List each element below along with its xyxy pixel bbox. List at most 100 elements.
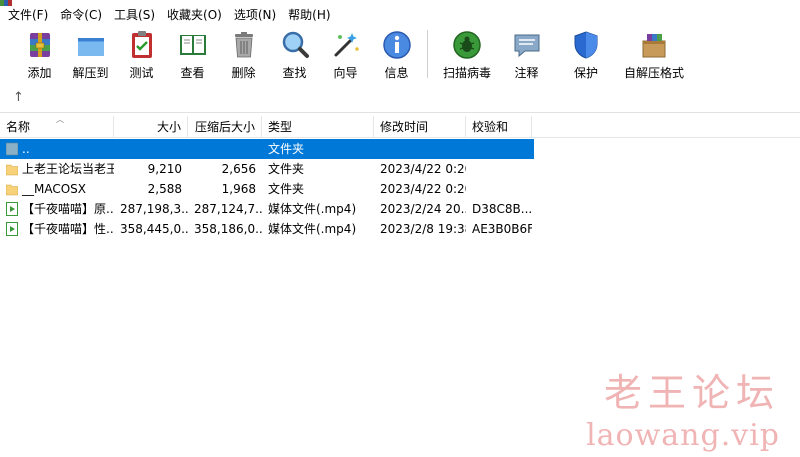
view-button[interactable]: 查看 [167, 25, 218, 83]
extract-to-label: 解压到 [72, 66, 109, 80]
file-type: 文件夹 [268, 182, 305, 196]
info-icon [382, 31, 411, 59]
file-packed: 287,124,7... [194, 202, 262, 216]
file-packed [188, 139, 262, 159]
menu-file[interactable]: 文件(F) [4, 6, 52, 25]
file-name: 【千夜喵喵】原... [22, 202, 114, 216]
shield-icon [574, 31, 598, 59]
file-modified: 2023/4/22 0:20 [380, 162, 466, 176]
media-file-icon [6, 202, 18, 216]
test-clipboard-icon [131, 31, 152, 58]
file-type: 媒体文件(.mp4) [268, 222, 357, 236]
find-button[interactable]: 查找 [269, 25, 320, 83]
toolbar-separator [427, 30, 428, 78]
file-checksum: D38C8B... [472, 202, 532, 216]
table-row[interactable]: 【千夜喵喵】性... 358,445,0... 358,186,0... 媒体文… [0, 219, 534, 239]
media-file-icon [6, 222, 18, 236]
watermark-cn: 老王论坛 [603, 371, 780, 415]
file-modified: 2023/2/24 20... [380, 202, 466, 216]
column-size[interactable]: 大小 [114, 116, 188, 138]
toolbar: 添加 解压到 测试 查看 删除 查找 向导 信息 扫描病毒 注释 保护 自解压格… [0, 25, 800, 83]
sfx-label: 自解压格式 [623, 66, 684, 80]
wizard-wand-icon [334, 33, 359, 57]
info-button[interactable]: 信息 [371, 25, 422, 83]
watermark-en: laowang.vip [586, 418, 780, 453]
delete-label: 删除 [231, 66, 256, 80]
folder-icon [6, 184, 18, 196]
add-button[interactable]: 添加 [14, 25, 65, 83]
trash-icon [234, 32, 253, 58]
column-checksum[interactable]: 校验和 [466, 116, 532, 138]
file-type: 媒体文件(.mp4) [268, 202, 357, 216]
up-arrow-icon[interactable]: ↑ [13, 90, 24, 105]
add-archive-icon [29, 33, 50, 57]
table-row[interactable]: 【千夜喵喵】原... 287,198,3... 287,124,7... 媒体文… [0, 199, 534, 219]
file-checksum [466, 139, 532, 159]
list-header: 名称 ︿ 大小 压缩后大小 类型 修改时间 校验和 [0, 116, 800, 138]
comment-label: 注释 [514, 66, 539, 80]
column-modified[interactable]: 修改时间 [374, 116, 466, 138]
file-modified [374, 139, 466, 159]
virus-scan-label: 扫描病毒 [442, 66, 491, 80]
file-packed: 1,968 [221, 182, 256, 196]
view-book-icon [179, 35, 206, 55]
file-list[interactable]: 名称 ︿ 大小 压缩后大小 类型 修改时间 校验和 .. 文件夹 上老王论坛当老… [0, 116, 800, 457]
extract-folder-icon [77, 38, 104, 56]
file-name: __MACOSX [22, 182, 87, 196]
delete-button[interactable]: 删除 [218, 25, 269, 83]
file-size: 2,588 [147, 182, 182, 196]
parent-folder-icon [6, 142, 18, 156]
column-name[interactable]: 名称 ︿ [0, 116, 114, 138]
file-type: 文件夹 [268, 162, 305, 176]
wizard-button[interactable]: 向导 [320, 25, 371, 83]
sort-caret-icon: ︿ [56, 116, 64, 124]
protect-button[interactable]: 保护 [552, 25, 620, 83]
menu-help[interactable]: 帮助(H) [284, 6, 334, 25]
address-bar: ↑ [0, 83, 800, 113]
menu-options[interactable]: 选项(N) [230, 6, 280, 25]
comment-button[interactable]: 注释 [501, 25, 552, 83]
find-label: 查找 [282, 66, 307, 80]
sfx-box-icon [642, 34, 666, 58]
view-label: 查看 [180, 66, 205, 80]
menu-tools[interactable]: 工具(S) [110, 6, 159, 25]
file-name: .. [22, 142, 30, 156]
file-name: 【千夜喵喵】性... [22, 222, 114, 236]
file-checksum [466, 159, 532, 179]
test-button[interactable]: 测试 [116, 25, 167, 83]
magnifier-icon [282, 31, 309, 58]
watermark: 老王论坛 laowang.vip [586, 370, 780, 456]
table-row-parent[interactable]: .. 文件夹 [0, 139, 534, 159]
column-type[interactable]: 类型 [262, 116, 374, 138]
comment-icon [514, 34, 539, 58]
file-modified: 2023/4/22 0:20 [380, 182, 466, 196]
virus-scan-button[interactable]: 扫描病毒 [433, 25, 501, 83]
menu-bar: 文件(F) 命令(C) 工具(S) 收藏夹(O) 选项(N) 帮助(H) [0, 6, 800, 25]
file-size: 9,210 [147, 162, 182, 176]
protect-label: 保护 [573, 66, 598, 80]
file-size: 287,198,3... [120, 202, 188, 216]
menu-commands[interactable]: 命令(C) [56, 6, 106, 25]
info-label: 信息 [384, 66, 409, 80]
add-label: 添加 [27, 66, 52, 80]
table-row[interactable]: __MACOSX 2,588 1,968 文件夹 2023/4/22 0:20 [0, 179, 534, 199]
file-packed: 358,186,0... [194, 222, 262, 236]
file-modified: 2023/2/8 19:38 [380, 222, 466, 236]
file-size [114, 139, 188, 159]
extract-to-button[interactable]: 解压到 [65, 25, 116, 83]
file-checksum [466, 179, 532, 199]
file-packed: 2,656 [221, 162, 256, 176]
column-packed-size[interactable]: 压缩后大小 [188, 116, 262, 138]
file-name: 上老王论坛当老王 [22, 162, 114, 176]
menu-favorites[interactable]: 收藏夹(O) [163, 6, 226, 25]
folder-icon [6, 164, 18, 176]
test-label: 测试 [129, 66, 154, 80]
sfx-button[interactable]: 自解压格式 [620, 25, 688, 83]
list-rows: .. 文件夹 上老王论坛当老王 9,210 2,656 文件夹 2023/4/2… [0, 139, 800, 239]
wizard-label: 向导 [333, 66, 358, 80]
table-row[interactable]: 上老王论坛当老王 9,210 2,656 文件夹 2023/4/22 0:20 [0, 159, 534, 179]
file-checksum: AE3B0B6F [472, 222, 532, 236]
virus-scan-icon [453, 31, 481, 59]
file-size: 358,445,0... [120, 222, 188, 236]
file-type: 文件夹 [268, 142, 305, 156]
